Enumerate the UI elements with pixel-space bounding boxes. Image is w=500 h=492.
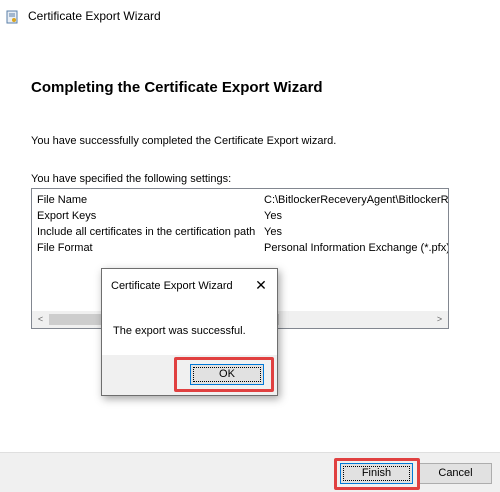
window-title: Certificate Export Wizard	[28, 9, 161, 23]
title-bar: Certificate Export Wizard	[0, 0, 500, 34]
success-dialog: Certificate Export Wizard ✕ The export w…	[101, 268, 278, 396]
setting-value: Yes	[264, 226, 282, 238]
close-icon[interactable]: ✕	[251, 276, 271, 294]
settings-row: Include all certificates in the certific…	[37, 226, 448, 243]
page-title: Completing the Certificate Export Wizard	[31, 79, 323, 96]
setting-key: Export Keys	[37, 210, 97, 222]
cancel-button[interactable]: Cancel	[419, 463, 492, 484]
finish-button[interactable]: Finish	[340, 463, 413, 484]
footer-bar: Finish Cancel	[0, 452, 500, 492]
scroll-right-icon[interactable]: >	[431, 311, 448, 328]
ok-button[interactable]: OK	[190, 364, 264, 385]
dialog-title: Certificate Export Wizard	[111, 280, 233, 292]
settings-row: Export Keys Yes	[37, 210, 448, 227]
dialog-message: The export was successful.	[113, 325, 246, 337]
success-text: You have successfully completed the Cert…	[31, 135, 337, 147]
setting-key: Include all certificates in the certific…	[37, 226, 256, 238]
setting-value: Personal Information Exchange (*.pfx)	[264, 242, 449, 254]
scroll-left-icon[interactable]: <	[32, 311, 49, 328]
setting-value: Yes	[264, 210, 282, 222]
settings-row: File Name C:\BitlockerReceveryAgent\Bitl…	[37, 194, 449, 211]
setting-key: File Format	[37, 242, 93, 254]
dialog-footer: OK	[102, 355, 277, 395]
certificate-icon	[6, 10, 18, 24]
setting-key: File Name	[37, 194, 88, 206]
setting-value: C:\BitlockerReceveryAgent\BitlockerRe	[264, 194, 449, 206]
settings-row: File Format Personal Information Exchang…	[37, 242, 449, 259]
settings-label: You have specified the following setting…	[31, 173, 232, 185]
